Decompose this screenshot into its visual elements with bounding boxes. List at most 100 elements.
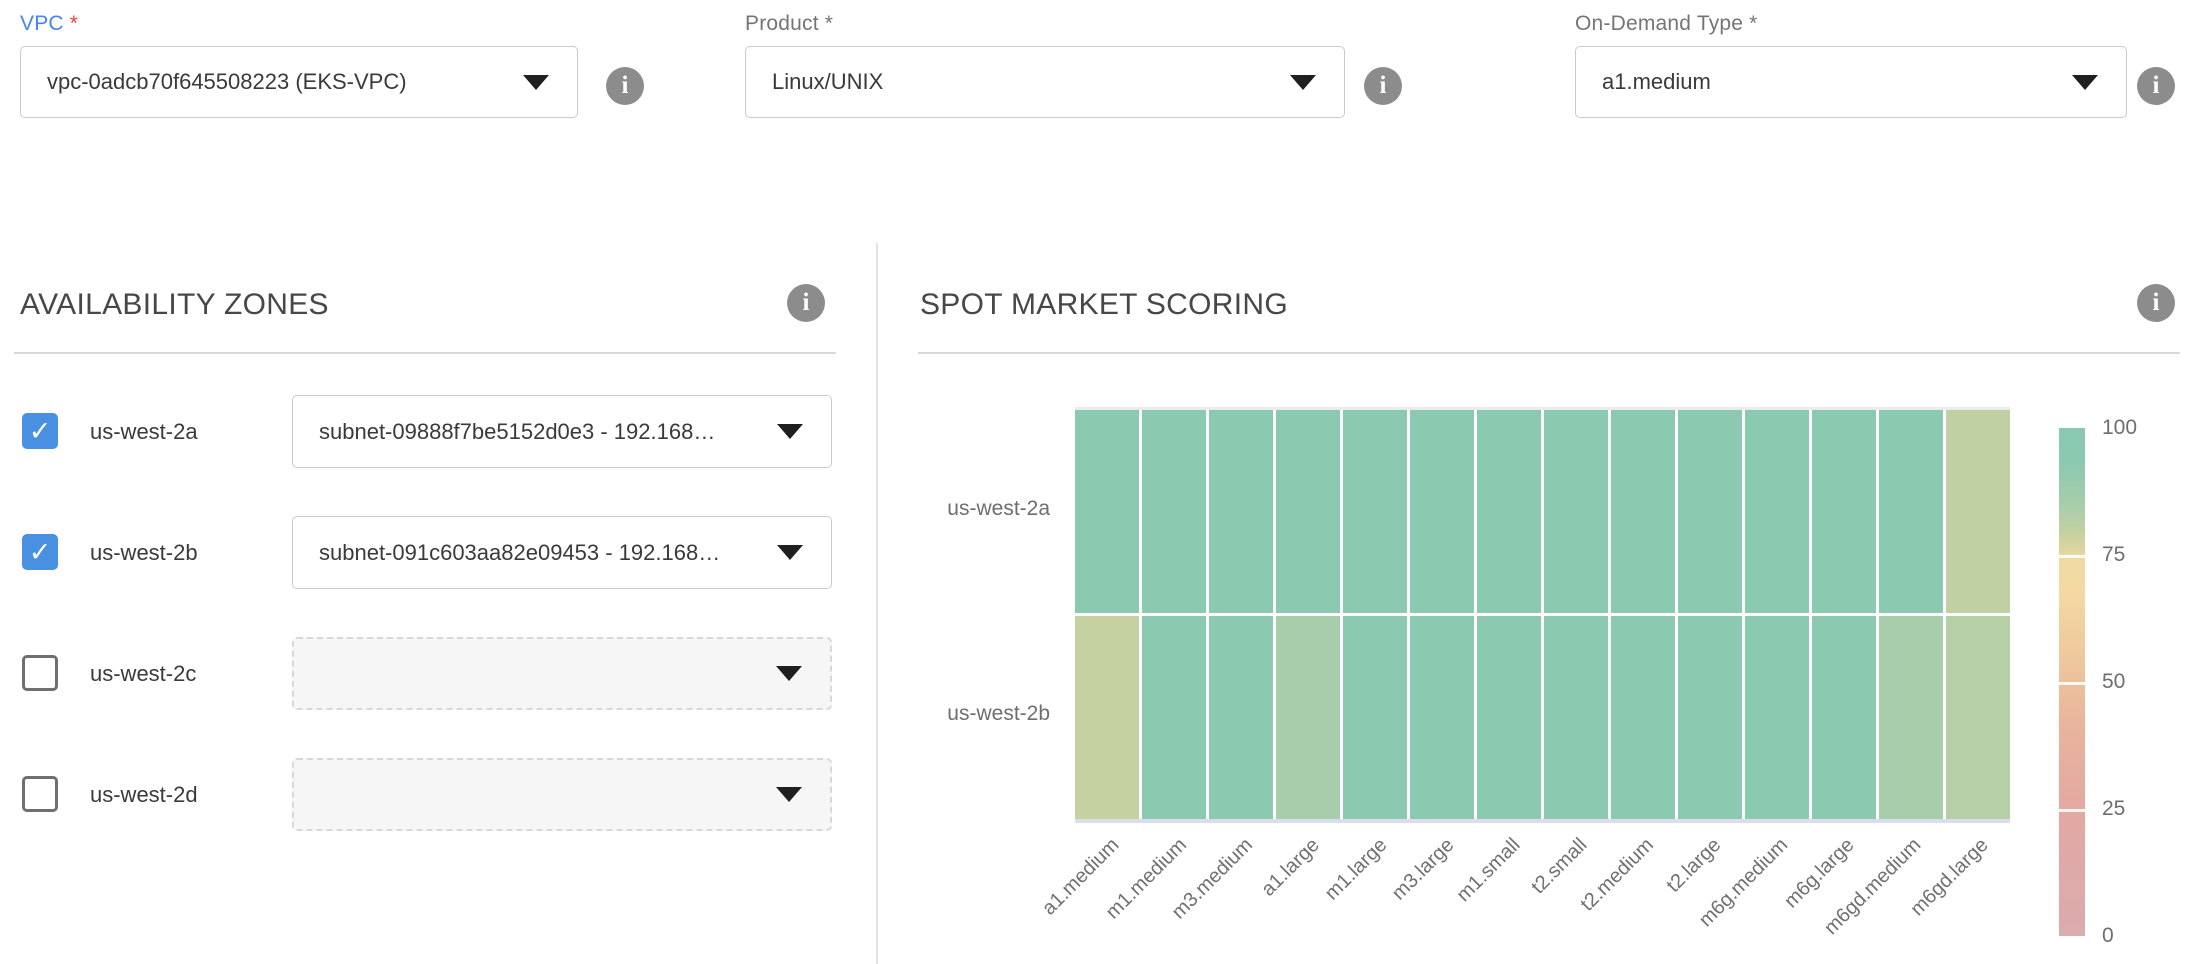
availability-zones-info-icon[interactable]: i xyxy=(787,284,825,322)
heatmap-cell xyxy=(1142,616,1206,819)
az-zone-label: us-west-2b xyxy=(90,516,198,589)
required-asterisk: * xyxy=(70,12,78,35)
az-zone-label: us-west-2c xyxy=(90,637,196,710)
heatmap-x-label: t2.small xyxy=(1527,834,1592,899)
vpc-field: VPC * vpc-0adcb70f645508223 (EKS-VPC) xyxy=(20,12,578,118)
az-zone-label: us-west-2a xyxy=(90,395,198,468)
heatmap-cell xyxy=(1276,410,1340,613)
heatmap-cell xyxy=(1879,410,1943,613)
heatmap-cell xyxy=(1209,616,1273,819)
colorbar-tick-line xyxy=(2059,682,2085,685)
heatmap-x-label: m1.large xyxy=(1321,834,1392,905)
heatmap-cell xyxy=(1477,410,1541,613)
subnet-select-us-west-2d[interactable] xyxy=(292,758,832,831)
product-select[interactable]: Linux/UNIX xyxy=(745,46,1345,118)
subnet-select-us-west-2a[interactable]: subnet-09888f7be5152d0e3 - 192.168… xyxy=(292,395,832,468)
heatmap-x-axis: a1.mediumm1.mediumm3.mediuma1.largem1.la… xyxy=(1075,826,2010,964)
product-label-text: Product xyxy=(745,12,819,35)
heatmap-cell xyxy=(1276,616,1340,819)
colorbar-tick-label: 25 xyxy=(2102,797,2125,821)
heatmap-cell xyxy=(1678,410,1742,613)
heatmap-cell xyxy=(1678,616,1742,819)
product-field: Product * Linux/UNIX xyxy=(745,12,1345,118)
colorbar-tick-label: 0 xyxy=(2102,924,2114,948)
heatmap xyxy=(1075,407,2010,823)
chevron-down-icon xyxy=(777,424,803,439)
heatmap-cell xyxy=(1544,616,1608,819)
availability-zones-list: ✓ us-west-2a subnet-09888f7be5152d0e3 - 19… xyxy=(22,395,834,879)
heatmap-cell xyxy=(1075,410,1139,613)
chevron-down-icon xyxy=(2072,75,2098,90)
product-info-icon[interactable]: i xyxy=(1364,67,1402,105)
on-demand-type-select-value: a1.medium xyxy=(1602,69,1711,95)
az-zone-label: us-west-2d xyxy=(90,758,198,831)
heatmap-x-label: m1.small xyxy=(1453,834,1526,907)
heatmap-cell xyxy=(1946,410,2010,613)
az-checkbox-us-west-2a[interactable]: ✓ xyxy=(22,413,58,449)
heatmap-colorbar xyxy=(2059,428,2085,936)
heatmap-cell xyxy=(1343,410,1407,613)
heatmap-cell xyxy=(1477,616,1541,819)
heatmap-x-label: a1.large xyxy=(1258,834,1325,901)
heatmap-colorbar-labels: 1007550250 xyxy=(2102,428,2172,936)
heatmap-y-axis: us-west-2a us-west-2b xyxy=(870,407,1050,816)
on-demand-type-label-text: On-Demand Type xyxy=(1575,12,1743,35)
subnet-select-value: subnet-09888f7be5152d0e3 - 192.168… xyxy=(319,419,715,445)
heatmap-y-label: us-west-2b xyxy=(947,702,1050,726)
heatmap-x-label: t2.large xyxy=(1662,834,1725,897)
heatmap-cell xyxy=(1946,616,2010,819)
subnet-select-us-west-2c[interactable] xyxy=(292,637,832,710)
subnet-select-value: subnet-091c603aa82e09453 - 192.168… xyxy=(319,540,720,566)
heatmap-cell xyxy=(1879,616,1943,819)
spot-configuration-page: VPC * vpc-0adcb70f645508223 (EKS-VPC) Pro… xyxy=(0,0,2196,964)
chevron-down-icon xyxy=(523,75,549,90)
colorbar-tick-line xyxy=(2059,809,2085,812)
vpc-label-text: VPC xyxy=(20,12,64,35)
subnet-select-us-west-2b[interactable]: subnet-091c603aa82e09453 - 192.168… xyxy=(292,516,832,589)
heatmap-x-label: m3.large xyxy=(1387,834,1458,905)
colorbar-tick-label: 50 xyxy=(2102,670,2125,694)
required-asterisk: * xyxy=(1749,12,1757,35)
colorbar-tick-label: 75 xyxy=(2102,543,2125,567)
colorbar-tick-label: 100 xyxy=(2102,416,2137,440)
on-demand-type-field: On-Demand Type * a1.medium xyxy=(1575,12,2127,118)
az-checkbox-us-west-2d[interactable] xyxy=(22,776,58,812)
availability-zone-row: ✓ us-west-2a subnet-09888f7be5152d0e3 - 19… xyxy=(22,395,834,468)
on-demand-type-info-icon[interactable]: i xyxy=(2137,67,2175,105)
spot-market-scoring-divider xyxy=(918,352,2180,354)
heatmap-cell xyxy=(1745,616,1809,819)
az-subnet-select-wrap xyxy=(292,758,832,831)
vpc-label: VPC * xyxy=(20,12,578,36)
az-subnet-select-wrap: subnet-09888f7be5152d0e3 - 192.168… xyxy=(292,395,832,468)
az-subnet-select-wrap: subnet-091c603aa82e09453 - 192.168… xyxy=(292,516,832,589)
heatmap-cell xyxy=(1410,410,1474,613)
chevron-down-icon xyxy=(776,666,802,681)
heatmap-cell xyxy=(1812,410,1876,613)
heatmap-cell xyxy=(1544,410,1608,613)
availability-zone-row: us-west-2d xyxy=(22,758,834,831)
chevron-down-icon xyxy=(1290,75,1316,90)
az-checkbox-us-west-2b[interactable]: ✓ xyxy=(22,534,58,570)
spot-market-scoring-info-icon[interactable]: i xyxy=(2137,284,2175,322)
heatmap-cell xyxy=(1410,616,1474,819)
vpc-select[interactable]: vpc-0adcb70f645508223 (EKS-VPC) xyxy=(20,46,578,118)
required-asterisk: * xyxy=(825,12,833,35)
colorbar-tick-line xyxy=(2059,555,2085,558)
az-checkbox-us-west-2c[interactable] xyxy=(22,655,58,691)
vpc-info-icon[interactable]: i xyxy=(606,67,644,105)
heatmap-cell xyxy=(1745,410,1809,613)
heatmap-cell xyxy=(1209,410,1273,613)
heatmap-cell xyxy=(1611,616,1675,819)
availability-zones-divider xyxy=(14,352,836,354)
availability-zone-row: ✓ us-west-2b subnet-091c603aa82e09453 - 19… xyxy=(22,516,834,589)
on-demand-type-select[interactable]: a1.medium xyxy=(1575,46,2127,118)
heatmap-y-label: us-west-2a xyxy=(947,497,1050,521)
on-demand-type-label: On-Demand Type * xyxy=(1575,12,2127,36)
heatmap-cell xyxy=(1075,616,1139,819)
heatmap-cell xyxy=(1343,616,1407,819)
product-label: Product * xyxy=(745,12,1345,36)
az-subnet-select-wrap xyxy=(292,637,832,710)
heatmap-cell xyxy=(1611,410,1675,613)
heatmap-cell xyxy=(1812,616,1876,819)
availability-zone-row: us-west-2c xyxy=(22,637,834,710)
